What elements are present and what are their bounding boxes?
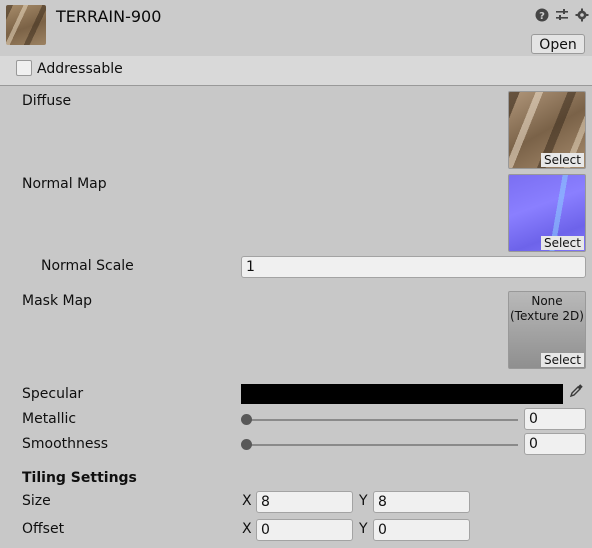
offset-label: Offset	[22, 521, 65, 537]
diffuse-label: Diffuse	[22, 93, 72, 109]
addressable-label: Addressable	[37, 61, 123, 77]
mask-map-none-line1: None	[531, 294, 563, 308]
mask-map-none-text: None (Texture 2D)	[509, 294, 585, 324]
diffuse-texture-slot[interactable]: Select	[508, 91, 586, 169]
specular-color-swatch[interactable]	[241, 384, 563, 404]
smoothness-slider-knob[interactable]	[241, 439, 252, 450]
size-x-label: X	[242, 493, 252, 509]
normal-scale-field[interactable]: 1	[241, 256, 586, 278]
diffuse-select-button[interactable]: Select	[540, 153, 584, 167]
mask-map-select-button[interactable]: Select	[540, 353, 584, 367]
normal-map-label: Normal Map	[22, 176, 107, 192]
metallic-slider-knob[interactable]	[241, 414, 252, 425]
size-y-label: Y	[359, 493, 368, 509]
mask-map-none-line2: (Texture 2D)	[510, 309, 584, 323]
metallic-slider-track[interactable]	[246, 419, 518, 421]
mask-map-texture-slot[interactable]: None (Texture 2D) Select	[508, 291, 586, 369]
preset-icon[interactable]	[555, 8, 569, 22]
offset-x-label: X	[242, 521, 252, 537]
normal-map-texture-slot[interactable]: Select	[508, 174, 586, 252]
metallic-value-field[interactable]: 0	[524, 408, 586, 430]
eyedropper-icon[interactable]	[566, 384, 586, 404]
mask-map-label: Mask Map	[22, 293, 93, 309]
help-icon[interactable]: ?	[535, 8, 549, 22]
specular-label: Specular	[22, 386, 84, 402]
offset-x-field[interactable]: 0	[256, 519, 353, 541]
smoothness-slider-track[interactable]	[246, 444, 518, 446]
svg-text:?: ?	[539, 11, 545, 22]
asset-thumbnail	[6, 5, 46, 45]
size-label: Size	[22, 493, 51, 509]
size-y-field[interactable]: 8	[373, 491, 470, 513]
open-button[interactable]: Open	[531, 34, 585, 54]
tiling-settings-heading: Tiling Settings	[22, 470, 137, 486]
smoothness-label: Smoothness	[22, 436, 109, 452]
size-x-field[interactable]: 8	[256, 491, 353, 513]
smoothness-value-field[interactable]: 0	[524, 433, 586, 455]
addressable-checkbox[interactable]	[16, 60, 32, 76]
offset-y-label: Y	[359, 521, 368, 537]
normal-map-select-button[interactable]: Select	[540, 236, 584, 250]
settings-icon[interactable]	[575, 8, 589, 22]
asset-title: TERRAIN-900	[56, 7, 162, 26]
offset-y-field[interactable]: 0	[373, 519, 470, 541]
metallic-label: Metallic	[22, 411, 77, 427]
normal-scale-label: Normal Scale	[41, 258, 134, 274]
